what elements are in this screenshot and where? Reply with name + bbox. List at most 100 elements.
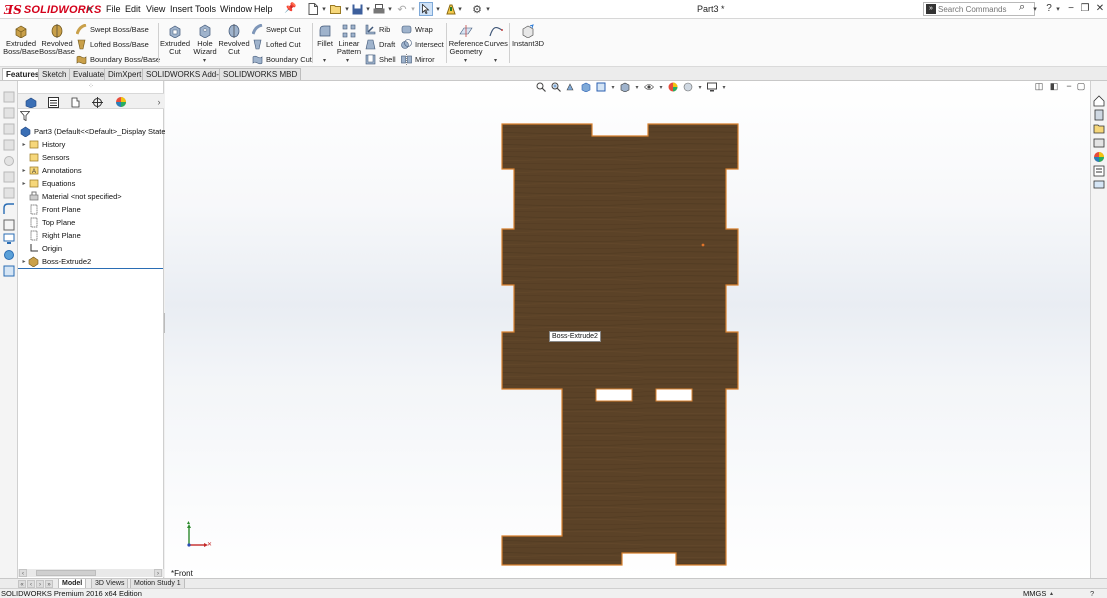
next-tab-icon[interactable]: › <box>36 580 44 588</box>
tree-item-origin[interactable]: Origin <box>28 242 62 254</box>
reference-geometry-button[interactable]: Reference Geometry <box>449 24 483 56</box>
tree-item-sensors[interactable]: Sensors <box>28 151 70 163</box>
tree-item-material[interactable]: Material <not specified> <box>28 190 122 202</box>
solidworks-forum-icon[interactable] <box>1093 179 1105 191</box>
arc-tool-icon[interactable] <box>3 171 15 183</box>
print-icon[interactable] <box>372 2 386 16</box>
curves-button[interactable]: Curves <box>484 24 508 48</box>
search-dropdown-icon[interactable]: ▾ <box>1031 2 1039 16</box>
menu-insert[interactable]: Insert <box>170 4 193 14</box>
logo-arrow-icon[interactable]: ▸ <box>88 3 93 14</box>
tree-item-front-plane[interactable]: Front Plane <box>28 203 81 215</box>
tab-solidworks-mbd[interactable]: SOLIDWORKS MBD <box>219 68 302 80</box>
draft-button[interactable]: Draft <box>365 39 395 50</box>
wrap-button[interactable]: Wrap <box>401 24 433 35</box>
menu-view[interactable]: View <box>146 4 165 14</box>
tree-item-history[interactable]: ▸ History <box>20 138 65 150</box>
sketch-tool-icon[interactable] <box>3 91 15 103</box>
scroll-left-icon[interactable]: ‹ <box>19 569 27 577</box>
expand-icon[interactable]: ▸ <box>20 141 28 148</box>
tree-item-equations[interactable]: ▸ Equations <box>20 177 75 189</box>
boundary-cut-button[interactable]: Boundary Cut <box>252 54 312 65</box>
tree-root-part[interactable]: Part3 (Default<<Default>_Display State 1… <box>20 125 176 137</box>
revolved-boss-button[interactable]: Revolved Boss/Base <box>39 24 75 56</box>
horizontal-scrollbar[interactable]: ‹ › <box>18 569 164 577</box>
menu-help[interactable]: Help <box>254 4 273 14</box>
new-dropdown-icon[interactable]: ▾ <box>320 2 328 16</box>
slot-left[interactable] <box>595 388 633 402</box>
appearance-tool-icon[interactable] <box>3 249 15 261</box>
reference-geometry-dropdown-icon[interactable]: ▾ <box>464 57 467 64</box>
expand-icon[interactable]: ▸ <box>20 258 28 265</box>
appearances-icon[interactable] <box>1093 151 1105 163</box>
circle-tool-icon[interactable] <box>3 155 15 167</box>
new-document-icon[interactable] <box>306 2 320 16</box>
swept-cut-button[interactable]: Swept Cut <box>252 24 301 35</box>
options-icon[interactable]: ⚙ <box>470 2 484 16</box>
revolved-cut-button[interactable]: Revolved Cut <box>218 24 250 56</box>
scroll-right-icon[interactable]: › <box>154 569 162 577</box>
lofted-cut-button[interactable]: Lofted Cut <box>252 39 301 50</box>
spline-tool-icon[interactable] <box>3 187 15 199</box>
shell-button[interactable]: Shell <box>365 54 396 65</box>
part-body[interactable] <box>501 123 739 566</box>
swept-boss-button[interactable]: Swept Boss/Base <box>76 24 149 35</box>
unit-system-dropdown-icon[interactable]: ▴ <box>1050 589 1053 598</box>
design-library-icon[interactable] <box>1093 109 1105 121</box>
custom-properties-icon[interactable] <box>1093 165 1105 177</box>
sketch-fillet-icon[interactable] <box>3 203 15 215</box>
rebuild-dropdown-icon[interactable]: ▾ <box>456 2 464 16</box>
hole-wizard-dropdown-icon[interactable]: ▾ <box>203 57 206 64</box>
tree-item-right-plane[interactable]: Right Plane <box>28 229 81 241</box>
save-dropdown-icon[interactable]: ▾ <box>364 2 372 16</box>
smart-dimension-icon[interactable] <box>3 107 15 119</box>
configuration-manager-tab-icon[interactable] <box>66 96 84 108</box>
slot-right[interactable] <box>655 388 693 402</box>
scroll-thumb[interactable] <box>36 570 96 576</box>
extruded-cut-button[interactable]: Extruded Cut <box>160 24 190 56</box>
linear-pattern-dropdown-icon[interactable]: ▾ <box>346 57 349 64</box>
minimize-button[interactable]: − <box>1064 2 1078 16</box>
graphics-area[interactable]: ▾ ▾ ▾ ▾ ▾ ◫ ◧ − ▢ Boss-Extrude2 ✕ ▴ *Fro… <box>165 81 1090 578</box>
mirror-button[interactable]: Mirror <box>401 54 435 65</box>
rollback-bar[interactable] <box>18 268 163 269</box>
hole-wizard-button[interactable]: Hole Wizard <box>192 24 218 56</box>
close-button[interactable]: ✕ <box>1093 2 1107 16</box>
solidworks-logo[interactable]: ƎS SOLIDWORKS <box>4 2 102 17</box>
fillet-dropdown-icon[interactable]: ▾ <box>323 57 326 64</box>
last-tab-icon[interactable]: » <box>45 580 53 588</box>
open-icon[interactable] <box>329 2 343 16</box>
undo-dropdown-icon[interactable]: ▾ <box>409 2 417 16</box>
select-dropdown-icon[interactable]: ▾ <box>434 2 442 16</box>
display-tool-icon[interactable] <box>3 233 15 245</box>
search-scope-icon[interactable]: » <box>926 4 936 14</box>
help-dropdown-icon[interactable]: ▾ <box>1054 2 1062 16</box>
trim-tool-icon[interactable] <box>3 219 15 231</box>
first-tab-icon[interactable]: « <box>18 580 26 588</box>
tab-evaluate[interactable]: Evaluate <box>69 68 109 80</box>
rectangle-tool-icon[interactable] <box>3 139 15 151</box>
property-manager-tab-icon[interactable] <box>44 96 62 108</box>
tab-dimxpert[interactable]: DimXpert <box>104 68 146 80</box>
tree-item-boss-extrude2[interactable]: ▸ Boss-Extrude2 <box>20 255 91 267</box>
display-manager-tab-icon[interactable] <box>112 96 130 108</box>
quick-tips-help-icon[interactable]: ? <box>1090 589 1094 598</box>
menu-tools[interactable]: Tools <box>195 4 216 14</box>
unit-system-selector[interactable]: MMGS <box>1023 589 1046 598</box>
pin-icon[interactable]: 📌 <box>284 3 296 14</box>
view-palette-icon[interactable] <box>1093 137 1105 149</box>
tab-sketch[interactable]: Sketch <box>38 68 71 80</box>
filter-icon[interactable] <box>19 111 31 122</box>
tree-item-top-plane[interactable]: Top Plane <box>28 216 75 228</box>
menu-window[interactable]: Window <box>220 4 252 14</box>
options-dropdown-icon[interactable]: ▾ <box>484 2 492 16</box>
solidworks-resources-icon[interactable] <box>1093 95 1105 107</box>
lofted-boss-button[interactable]: Lofted Boss/Base <box>76 39 149 50</box>
tree-item-annotations[interactable]: ▸ A Annotations <box>20 164 81 176</box>
search-icon[interactable]: ⌕ <box>1019 1 1025 14</box>
linear-pattern-button[interactable]: Linear Pattern <box>337 24 361 56</box>
extruded-boss-button[interactable]: Extruded Boss/Base <box>3 24 39 56</box>
instant3d-button[interactable]: Instant3D <box>512 24 544 48</box>
select-icon[interactable] <box>419 2 433 16</box>
tree-filter[interactable] <box>19 111 162 123</box>
